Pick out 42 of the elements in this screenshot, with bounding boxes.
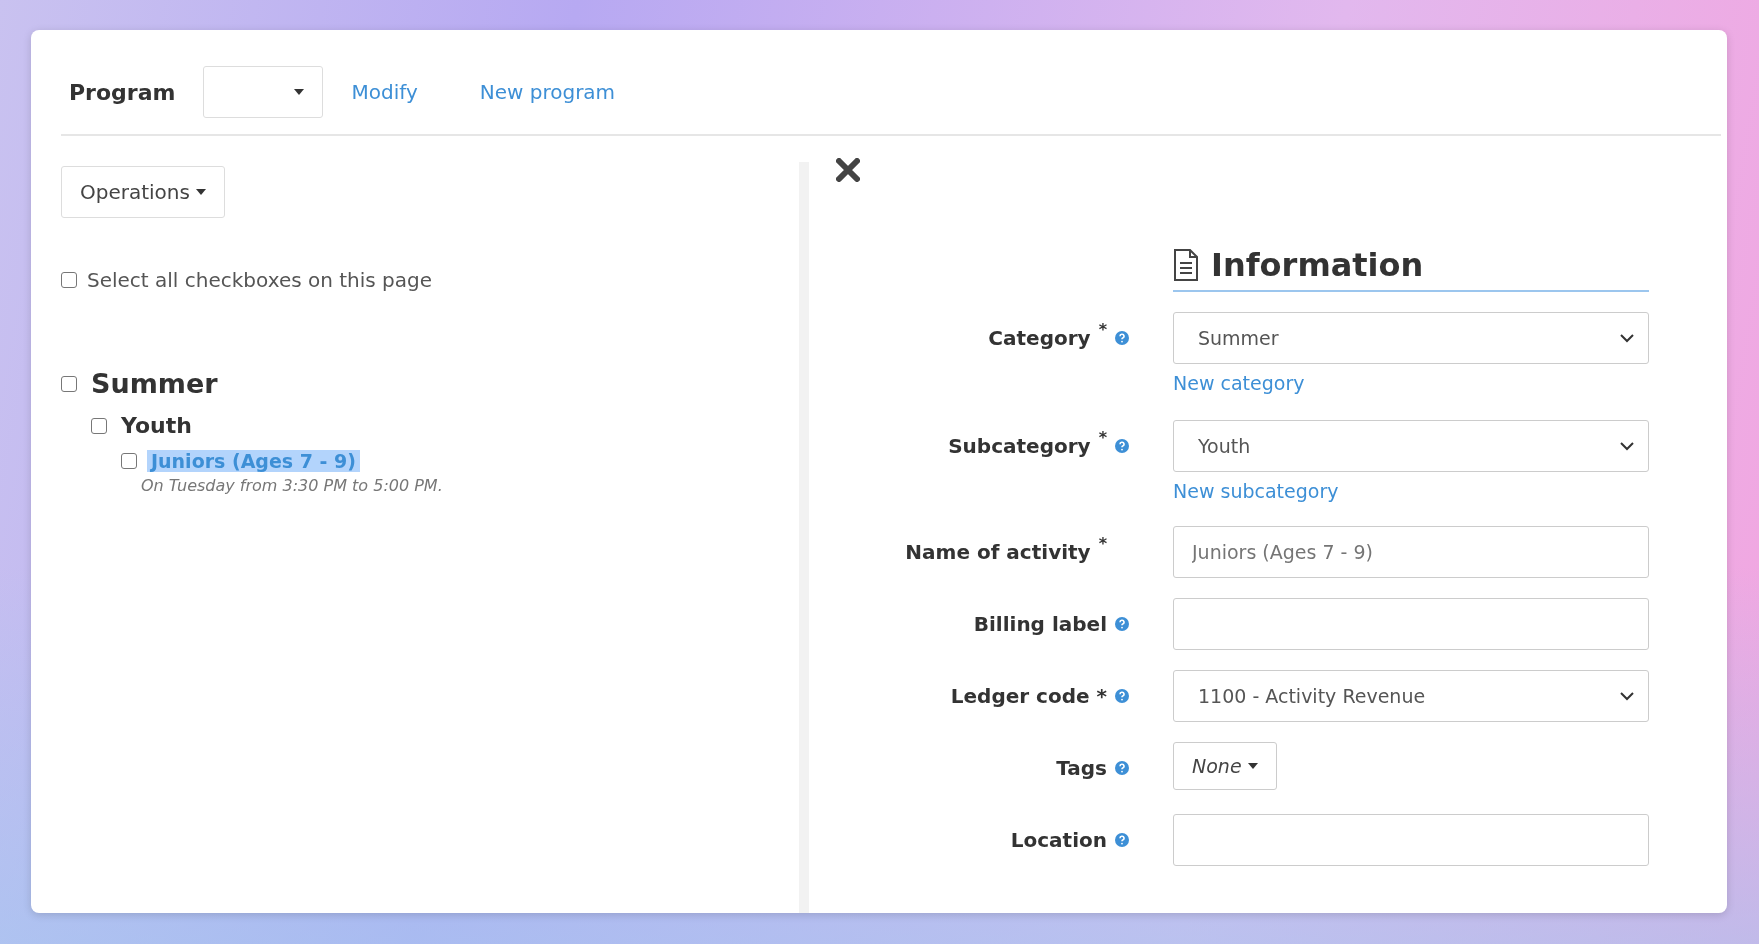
help-icon[interactable] [1115, 439, 1129, 453]
field-label: Name of activity [905, 540, 1091, 564]
select-field[interactable]: Summer [1173, 312, 1649, 364]
select-all-label: Select all checkboxes on this page [87, 268, 433, 292]
chevron-icon [1620, 691, 1634, 701]
section-title: Information [1211, 246, 1424, 284]
help-icon[interactable] [1115, 689, 1129, 703]
required-mark: * [1098, 320, 1107, 339]
document-icon [1173, 249, 1199, 281]
tags-dropdown[interactable]: None [1173, 742, 1277, 790]
help-icon[interactable] [1115, 617, 1129, 631]
help-icon[interactable] [1115, 833, 1129, 847]
add-link[interactable]: New category [1173, 372, 1305, 394]
caret-icon [294, 89, 305, 95]
field-label: Tags [1056, 756, 1107, 780]
program-label: Program [69, 79, 176, 105]
operations-button[interactable]: Operations [61, 166, 225, 218]
field-label: Ledger code * [950, 684, 1107, 708]
field-label: Category [988, 326, 1091, 350]
required-mark: * [1098, 534, 1107, 553]
group-heading: Youth [120, 413, 193, 438]
checkbox[interactable] [121, 453, 137, 469]
checkbox[interactable] [61, 272, 77, 288]
input-field[interactable] [1173, 598, 1649, 650]
field-label: Location [1010, 828, 1107, 852]
chevron-icon [1620, 333, 1634, 343]
add-link[interactable]: New subcategory [1173, 480, 1339, 502]
field-label: Billing label [973, 612, 1107, 636]
schedule-note: On Tuesday from 3:30 PM to 5:00 PM. [141, 476, 444, 495]
chevron-icon [1620, 441, 1634, 451]
select-field[interactable]: 1100 - Activity Revenue [1173, 670, 1649, 722]
checkbox[interactable] [61, 375, 77, 392]
help-icon[interactable] [1115, 331, 1129, 345]
checkbox[interactable] [91, 417, 107, 434]
caret-icon [195, 189, 206, 195]
field-label: Subcategory [948, 434, 1091, 458]
group-heading: Summer [90, 368, 219, 399]
required-mark: * [1098, 428, 1107, 447]
input-field[interactable] [1173, 814, 1649, 866]
caret-icon [1247, 763, 1258, 769]
help-icon[interactable] [1115, 761, 1129, 775]
select-field[interactable]: Youth [1173, 420, 1649, 472]
